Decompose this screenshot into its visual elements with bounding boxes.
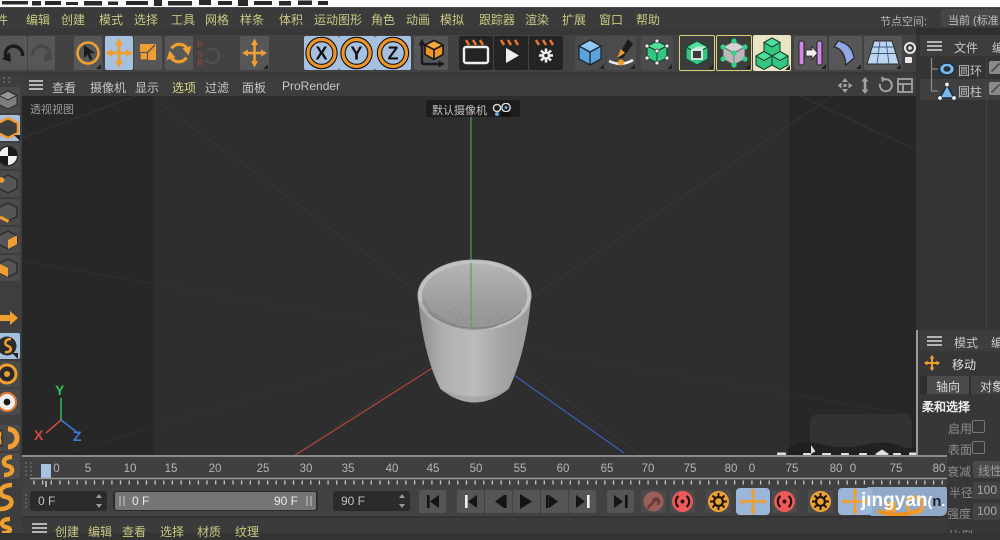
svg-text:X: X [34,427,44,443]
svg-text:45: 45 [427,463,440,475]
svg-text:75: 75 [786,463,799,475]
svg-text:80: 80 [933,463,946,475]
svg-text:80: 80 [725,463,738,475]
svg-text:90 F: 90 F [274,494,298,508]
svg-text:0: 0 [850,463,856,475]
svg-text:15: 15 [165,463,178,475]
svg-text:35: 35 [342,463,355,475]
svg-text:75: 75 [684,463,697,475]
svg-text:80: 80 [830,463,843,475]
svg-text:0 F: 0 F [132,494,149,508]
svg-text:5: 5 [85,463,91,475]
svg-text:Y: Y [55,382,65,398]
svg-text:10: 10 [124,463,137,475]
svg-text:60: 60 [557,463,570,475]
svg-text:30: 30 [300,463,313,475]
svg-text:R: R [197,58,204,69]
svg-text:0 F: 0 F [38,494,55,508]
svg-text:50: 50 [470,463,483,475]
svg-text:Z: Z [73,428,82,444]
svg-text:20: 20 [209,463,222,475]
svg-text:0: 0 [53,463,59,475]
svg-text:75: 75 [890,463,903,475]
svg-text:jıngyan(n.: jıngyan(n. [860,490,945,511]
svg-text:X: X [315,44,327,64]
svg-text:25: 25 [257,463,270,475]
svg-text:70: 70 [642,463,655,475]
svg-text:40: 40 [386,463,399,475]
svg-text:0: 0 [749,463,755,475]
svg-text:55: 55 [514,463,527,475]
svg-text:65: 65 [601,463,614,475]
svg-text:Z: Z [388,44,399,64]
svg-text:90 F: 90 F [341,494,365,508]
svg-text:Y: Y [350,44,362,64]
